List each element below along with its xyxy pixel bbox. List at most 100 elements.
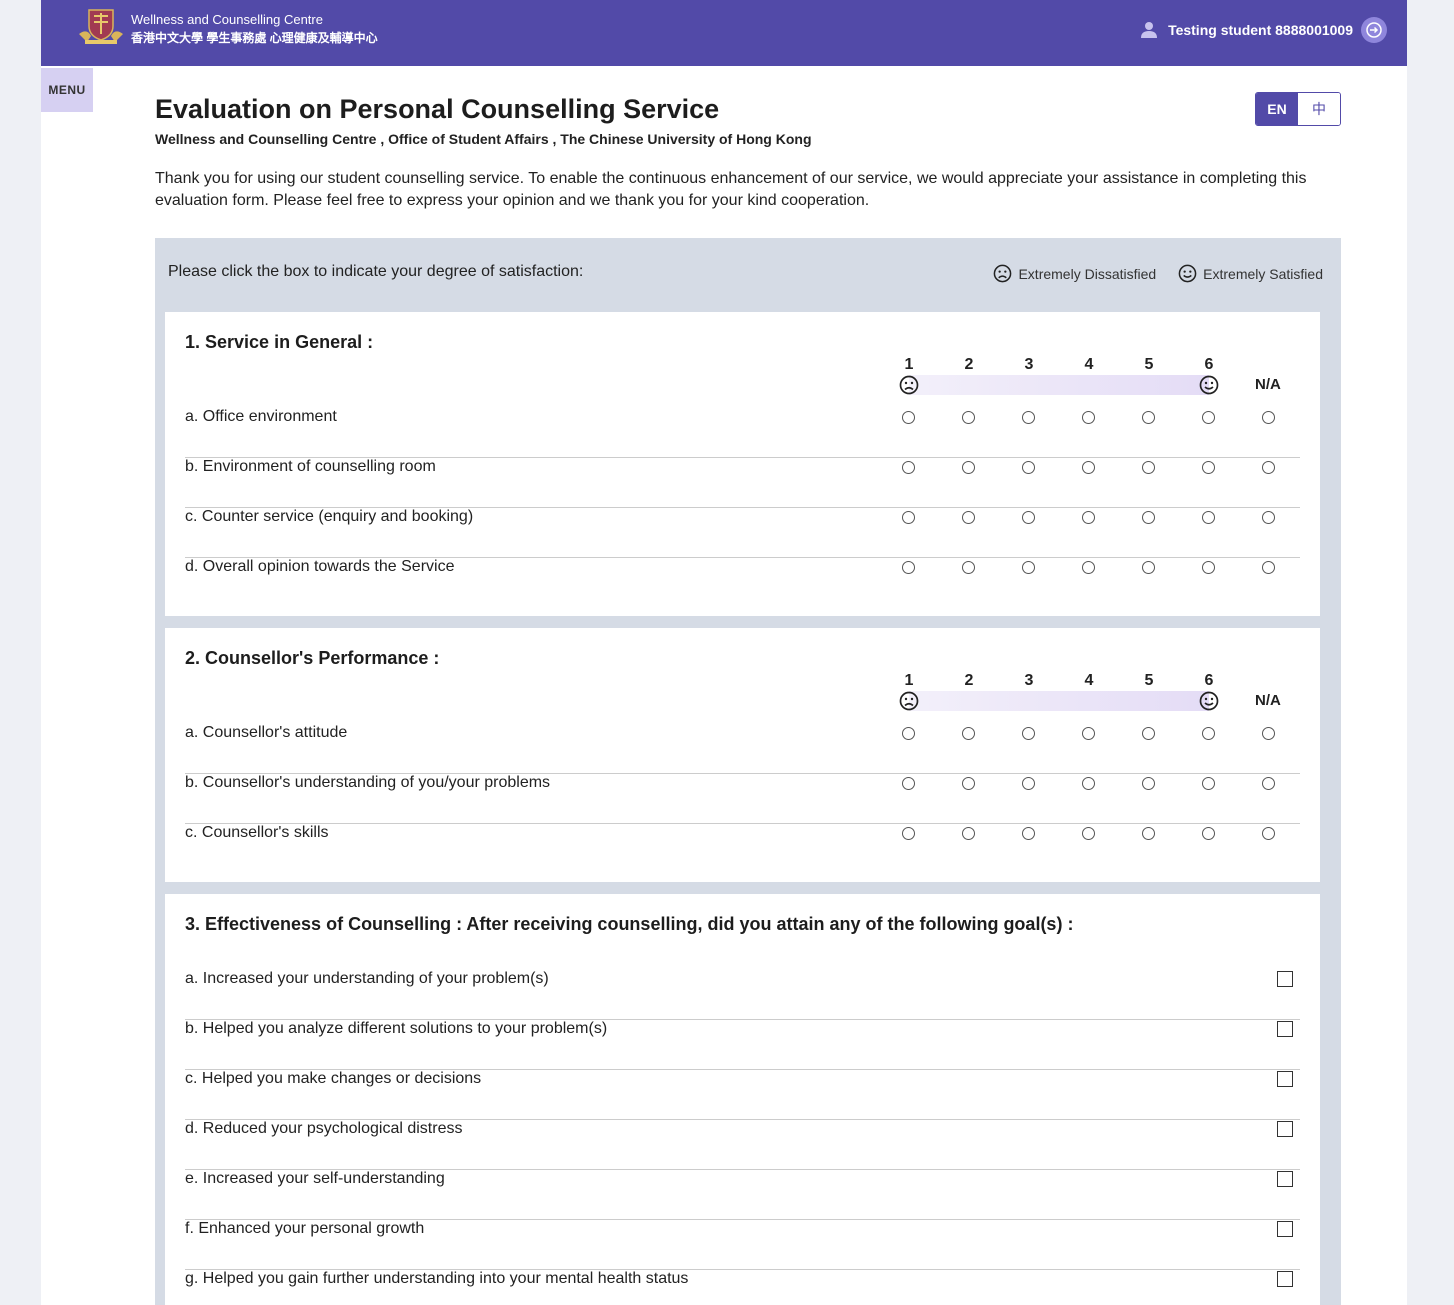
na-label: N/A bbox=[1255, 692, 1281, 709]
radio-na[interactable] bbox=[1262, 777, 1275, 790]
goal-item-label: g. Helped you gain further understanding… bbox=[185, 1270, 689, 1287]
rating-item-label: d. Overall opinion towards the Service bbox=[185, 558, 455, 575]
legend: Extremely Dissatisfied Extremely Satisfi… bbox=[993, 264, 1323, 283]
radio-option-6[interactable] bbox=[1202, 461, 1215, 474]
radio-option-3[interactable] bbox=[1022, 777, 1035, 790]
radio-option-2[interactable] bbox=[962, 561, 975, 574]
radio-option-4[interactable] bbox=[1082, 561, 1095, 574]
goal-row: b. Helped you analyze different solution… bbox=[185, 1020, 1300, 1070]
scale-bar bbox=[909, 375, 1209, 395]
radio-option-4[interactable] bbox=[1082, 777, 1095, 790]
rating-row: a. Counsellor's attitude bbox=[185, 724, 1300, 774]
scale-number: 5 bbox=[1144, 672, 1154, 689]
happy-face-icon bbox=[1199, 691, 1219, 711]
menu-button[interactable]: MENU bbox=[41, 68, 93, 112]
radio-option-5[interactable] bbox=[1142, 561, 1155, 574]
radio-option-4[interactable] bbox=[1082, 727, 1095, 740]
goal-checkbox[interactable] bbox=[1277, 1071, 1293, 1087]
scale-number: 6 bbox=[1204, 672, 1214, 689]
radio-option-5[interactable] bbox=[1142, 511, 1155, 524]
rating-row: c. Counter service (enquiry and booking) bbox=[185, 508, 1300, 558]
radio-option-5[interactable] bbox=[1142, 461, 1155, 474]
radio-option-6[interactable] bbox=[1202, 561, 1215, 574]
radio-na[interactable] bbox=[1262, 411, 1275, 424]
radio-option-3[interactable] bbox=[1022, 727, 1035, 740]
scale-number: 3 bbox=[1024, 672, 1034, 689]
radio-option-3[interactable] bbox=[1022, 511, 1035, 524]
goal-row: a. Increased your understanding of your … bbox=[185, 970, 1300, 1020]
scale-number: 4 bbox=[1084, 356, 1094, 373]
radio-option-6[interactable] bbox=[1202, 727, 1215, 740]
radio-option-1[interactable] bbox=[902, 727, 915, 740]
scale-number: 3 bbox=[1024, 356, 1034, 373]
radio-option-1[interactable] bbox=[902, 511, 915, 524]
section-title: 1. Service in General : bbox=[185, 332, 374, 352]
radio-na[interactable] bbox=[1262, 827, 1275, 840]
logout-button[interactable] bbox=[1361, 17, 1387, 43]
radio-na[interactable] bbox=[1262, 561, 1275, 574]
radio-option-5[interactable] bbox=[1142, 777, 1155, 790]
radio-option-5[interactable] bbox=[1142, 411, 1155, 424]
radio-option-1[interactable] bbox=[902, 461, 915, 474]
rating-item-label: a. Office environment bbox=[185, 408, 337, 425]
radio-option-2[interactable] bbox=[962, 461, 975, 474]
rating-row: a. Office environment bbox=[185, 408, 1300, 458]
radio-option-5[interactable] bbox=[1142, 727, 1155, 740]
intro-text: Thank you for using our student counsell… bbox=[155, 170, 1307, 209]
section-service-general: 1. Service in General : 1 2 3 4 5 6 N/A a. Offi… bbox=[165, 312, 1320, 616]
radio-option-1[interactable] bbox=[902, 561, 915, 574]
radio-option-1[interactable] bbox=[902, 777, 915, 790]
goal-item-label: f. Enhanced your personal growth bbox=[185, 1220, 425, 1237]
radio-option-4[interactable] bbox=[1082, 461, 1095, 474]
radio-na[interactable] bbox=[1262, 461, 1275, 474]
radio-option-2[interactable] bbox=[962, 727, 975, 740]
goal-checkbox[interactable] bbox=[1277, 1171, 1293, 1187]
radio-option-4[interactable] bbox=[1082, 511, 1095, 524]
radio-option-3[interactable] bbox=[1022, 827, 1035, 840]
goal-item-label: b. Helped you analyze different solution… bbox=[185, 1020, 608, 1037]
page-title: Evaluation on Personal Counselling Servi… bbox=[155, 94, 720, 124]
page: Wellness and Counselling Centre 香港中文大學 學… bbox=[41, 0, 1407, 1305]
radio-option-1[interactable] bbox=[902, 411, 915, 424]
radio-option-6[interactable] bbox=[1202, 511, 1215, 524]
goal-item-label: a. Increased your understanding of your … bbox=[185, 970, 549, 987]
university-logo[interactable] bbox=[77, 8, 125, 46]
goal-item-label: d. Reduced your psychological distress bbox=[185, 1120, 463, 1137]
radio-option-5[interactable] bbox=[1142, 827, 1155, 840]
radio-option-3[interactable] bbox=[1022, 461, 1035, 474]
radio-option-3[interactable] bbox=[1022, 411, 1035, 424]
radio-option-2[interactable] bbox=[962, 827, 975, 840]
radio-option-2[interactable] bbox=[962, 511, 975, 524]
radio-option-4[interactable] bbox=[1082, 411, 1095, 424]
radio-option-3[interactable] bbox=[1022, 561, 1035, 574]
goal-checkbox[interactable] bbox=[1277, 971, 1293, 987]
lang-zh-button[interactable]: 中 bbox=[1298, 93, 1340, 125]
radio-option-1[interactable] bbox=[902, 827, 915, 840]
radio-option-6[interactable] bbox=[1202, 777, 1215, 790]
goal-checkbox[interactable] bbox=[1277, 1121, 1293, 1137]
brand-name-zh: 香港中文大學 學生事務處 心理健康及輔導中心 bbox=[131, 31, 378, 45]
radio-option-2[interactable] bbox=[962, 777, 975, 790]
radio-option-6[interactable] bbox=[1202, 411, 1215, 424]
goal-checkbox[interactable] bbox=[1277, 1271, 1293, 1287]
goal-item-label: c. Helped you make changes or decisions bbox=[185, 1070, 482, 1087]
na-label: N/A bbox=[1255, 376, 1281, 393]
page-subtitle: Wellness and Counselling Centre , Office… bbox=[155, 131, 812, 147]
radio-option-4[interactable] bbox=[1082, 827, 1095, 840]
brand-text: Wellness and Counselling Centre 香港中文大學 學… bbox=[131, 11, 378, 47]
goal-row: g. Helped you gain further understanding… bbox=[185, 1270, 1300, 1305]
radio-option-6[interactable] bbox=[1202, 827, 1215, 840]
instructions: Please click the box to indicate your de… bbox=[168, 263, 584, 280]
rating-row: d. Overall opinion towards the Service bbox=[185, 558, 1300, 608]
sad-face-icon bbox=[994, 264, 1012, 283]
rating-row: b. Environment of counselling room bbox=[185, 458, 1300, 508]
radio-option-2[interactable] bbox=[962, 411, 975, 424]
goal-checkbox[interactable] bbox=[1277, 1021, 1293, 1037]
radio-na[interactable] bbox=[1262, 727, 1275, 740]
section-title: 2. Counsellor's Performance : bbox=[185, 648, 440, 668]
goal-checkbox[interactable] bbox=[1277, 1221, 1293, 1237]
lang-en-button[interactable]: EN bbox=[1256, 93, 1298, 125]
sad-face-icon bbox=[899, 691, 919, 711]
goal-item-label: e. Increased your self-understanding bbox=[185, 1170, 445, 1187]
radio-na[interactable] bbox=[1262, 511, 1275, 524]
